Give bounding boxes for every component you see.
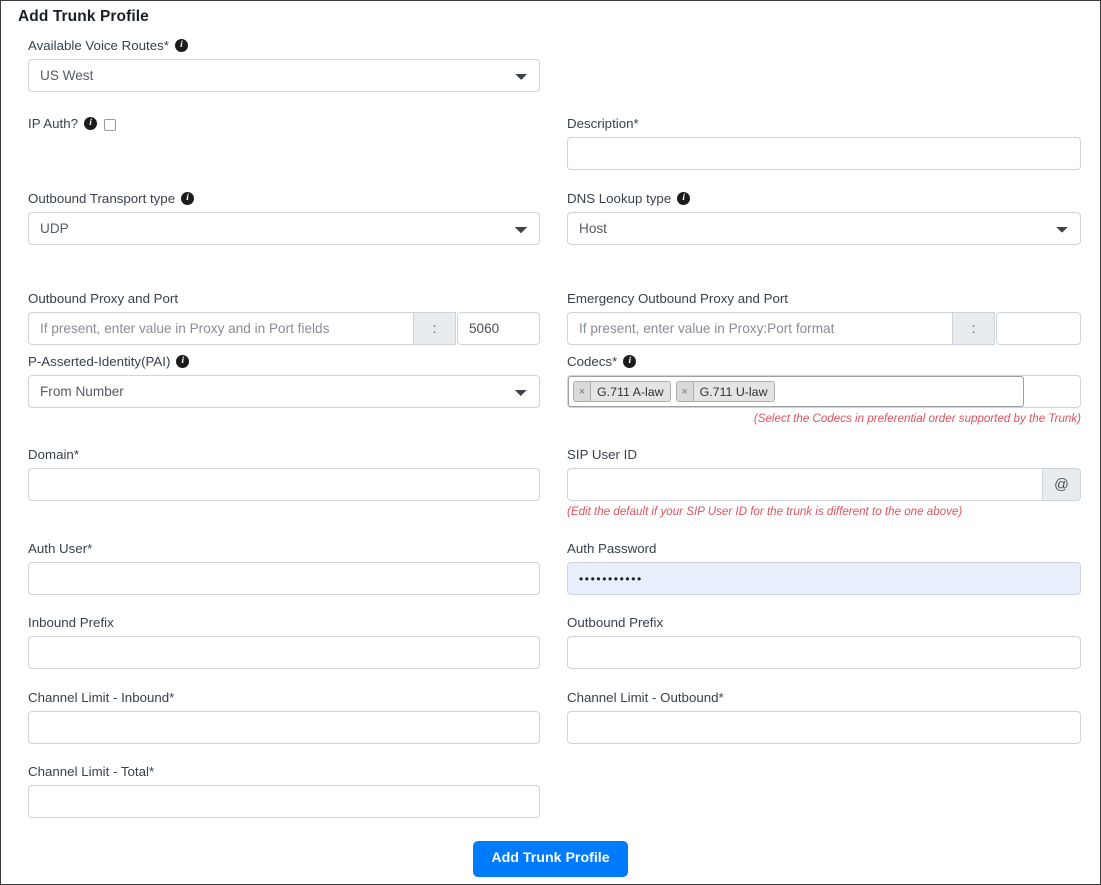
field-domain: Domain*	[28, 446, 540, 501]
auth-user-label: Auth User*	[28, 541, 93, 556]
outbound-proxy-label: Outbound Proxy and Port	[28, 291, 179, 306]
codec-tag-label: G.711 U-law	[699, 384, 768, 399]
field-outbound-prefix: Outbound Prefix	[567, 614, 1081, 669]
outbound-proxy-input[interactable]	[28, 312, 414, 345]
outbound-port-input[interactable]	[457, 312, 540, 345]
auth-password-input[interactable]	[567, 562, 1081, 595]
emergency-outbound-proxy-label: Emergency Outbound Proxy and Port	[567, 291, 788, 306]
field-dns-lookup-type: DNS Lookup type i Host	[567, 190, 1081, 245]
channel-limit-inbound-label: Channel Limit - Inbound*	[28, 690, 175, 705]
submit-row: Add Trunk Profile	[1, 841, 1100, 877]
domain-input[interactable]	[28, 468, 540, 501]
emergency-proxy-port-separator: :	[953, 312, 995, 345]
sip-user-id-group: @	[567, 468, 1081, 501]
codec-tag[interactable]: × G.711 A-law	[573, 381, 671, 402]
info-icon[interactable]: i	[84, 117, 98, 130]
domain-label: Domain*	[28, 447, 79, 462]
channel-limit-inbound-input[interactable]	[28, 711, 540, 744]
field-channel-limit-inbound: Channel Limit - Inbound*	[28, 689, 540, 744]
sip-user-id-label: SIP User ID	[567, 447, 637, 462]
pai-select[interactable]: From Number	[28, 375, 540, 408]
inbound-prefix-input[interactable]	[28, 636, 540, 669]
info-icon[interactable]: i	[623, 355, 637, 368]
dns-lookup-type-select[interactable]: Host	[567, 212, 1081, 245]
description-label: Description*	[567, 116, 639, 131]
dns-lookup-type-label: DNS Lookup type i	[567, 190, 1081, 207]
emergency-outbound-proxy-input[interactable]	[567, 312, 953, 345]
info-icon[interactable]: i	[176, 355, 190, 368]
pai-label: P-Asserted-Identity(PAI) i	[28, 353, 540, 370]
codec-tag[interactable]: × G.711 U-law	[675, 381, 775, 402]
field-channel-limit-total: Channel Limit - Total*	[28, 763, 540, 818]
field-emergency-outbound-proxy: Emergency Outbound Proxy and Port :	[567, 290, 1081, 345]
at-sign-button[interactable]: @	[1043, 468, 1081, 501]
field-sip-user-id: SIP User ID @ (Edit the default if your …	[567, 446, 1081, 519]
emergency-outbound-port-input[interactable]	[996, 312, 1081, 345]
field-auth-user: Auth User*	[28, 540, 540, 595]
add-trunk-profile-button[interactable]: Add Trunk Profile	[473, 841, 628, 877]
outbound-transport-type-select[interactable]: UDP	[28, 212, 540, 245]
codec-tag-label: G.711 A-law	[597, 384, 664, 399]
field-outbound-transport-type: Outbound Transport type i UDP	[28, 190, 540, 245]
channel-limit-total-input[interactable]	[28, 785, 540, 818]
field-pai: P-Asserted-Identity(PAI) i From Number	[28, 353, 540, 408]
outbound-proxy-group: :	[28, 312, 540, 345]
sip-user-id-helper-text: (Edit the default if your SIP User ID fo…	[567, 505, 963, 518]
remove-icon[interactable]: ×	[574, 382, 591, 401]
info-icon[interactable]: i	[677, 192, 691, 205]
page-title: Add Trunk Profile	[18, 8, 149, 25]
field-description: Description*	[567, 115, 1081, 170]
available-voice-routes-label: Available Voice Routes* i	[28, 37, 540, 54]
auth-user-input[interactable]	[28, 562, 540, 595]
field-outbound-proxy: Outbound Proxy and Port :	[28, 290, 540, 345]
auth-password-label: Auth Password	[567, 541, 657, 556]
info-icon[interactable]: i	[174, 39, 188, 52]
available-voice-routes-select[interactable]: US West	[28, 59, 540, 92]
channel-limit-outbound-label: Channel Limit - Outbound*	[567, 690, 724, 705]
field-codecs: Codecs* i × G.711 A-law × G.711 U-law (S…	[567, 353, 1081, 426]
field-inbound-prefix: Inbound Prefix	[28, 614, 540, 669]
channel-limit-outbound-input[interactable]	[567, 711, 1081, 744]
outbound-prefix-input[interactable]	[567, 636, 1081, 669]
description-input[interactable]	[567, 137, 1081, 170]
info-icon[interactable]: i	[181, 192, 195, 205]
ip-auth-row: IP Auth? i	[28, 115, 540, 132]
field-available-voice-routes: Available Voice Routes* i US West	[28, 37, 540, 92]
outbound-prefix-label: Outbound Prefix	[567, 615, 664, 630]
proxy-port-separator: :	[414, 312, 456, 345]
sip-user-id-input[interactable]	[567, 468, 1043, 501]
add-trunk-profile-page: Add Trunk Profile Available Voice Routes…	[0, 0, 1101, 885]
codecs-tag-area[interactable]: × G.711 A-law × G.711 U-law	[568, 376, 1024, 407]
field-auth-password: Auth Password	[567, 540, 1081, 595]
codecs-label: Codecs* i	[567, 353, 1081, 370]
field-ip-auth: IP Auth? i	[28, 115, 540, 132]
ip-auth-label: IP Auth?	[28, 116, 79, 131]
emergency-outbound-proxy-group: :	[567, 312, 1081, 345]
channel-limit-total-label: Channel Limit - Total*	[28, 764, 155, 779]
field-channel-limit-outbound: Channel Limit - Outbound*	[567, 689, 1081, 744]
remove-icon[interactable]: ×	[676, 382, 694, 401]
ip-auth-checkbox[interactable]	[104, 118, 117, 131]
outbound-transport-type-label: Outbound Transport type i	[28, 190, 540, 207]
codecs-helper-text: (Select the Codecs in preferential order…	[753, 412, 1081, 425]
codecs-multiselect[interactable]: × G.711 A-law × G.711 U-law	[567, 375, 1081, 408]
inbound-prefix-label: Inbound Prefix	[28, 615, 114, 630]
